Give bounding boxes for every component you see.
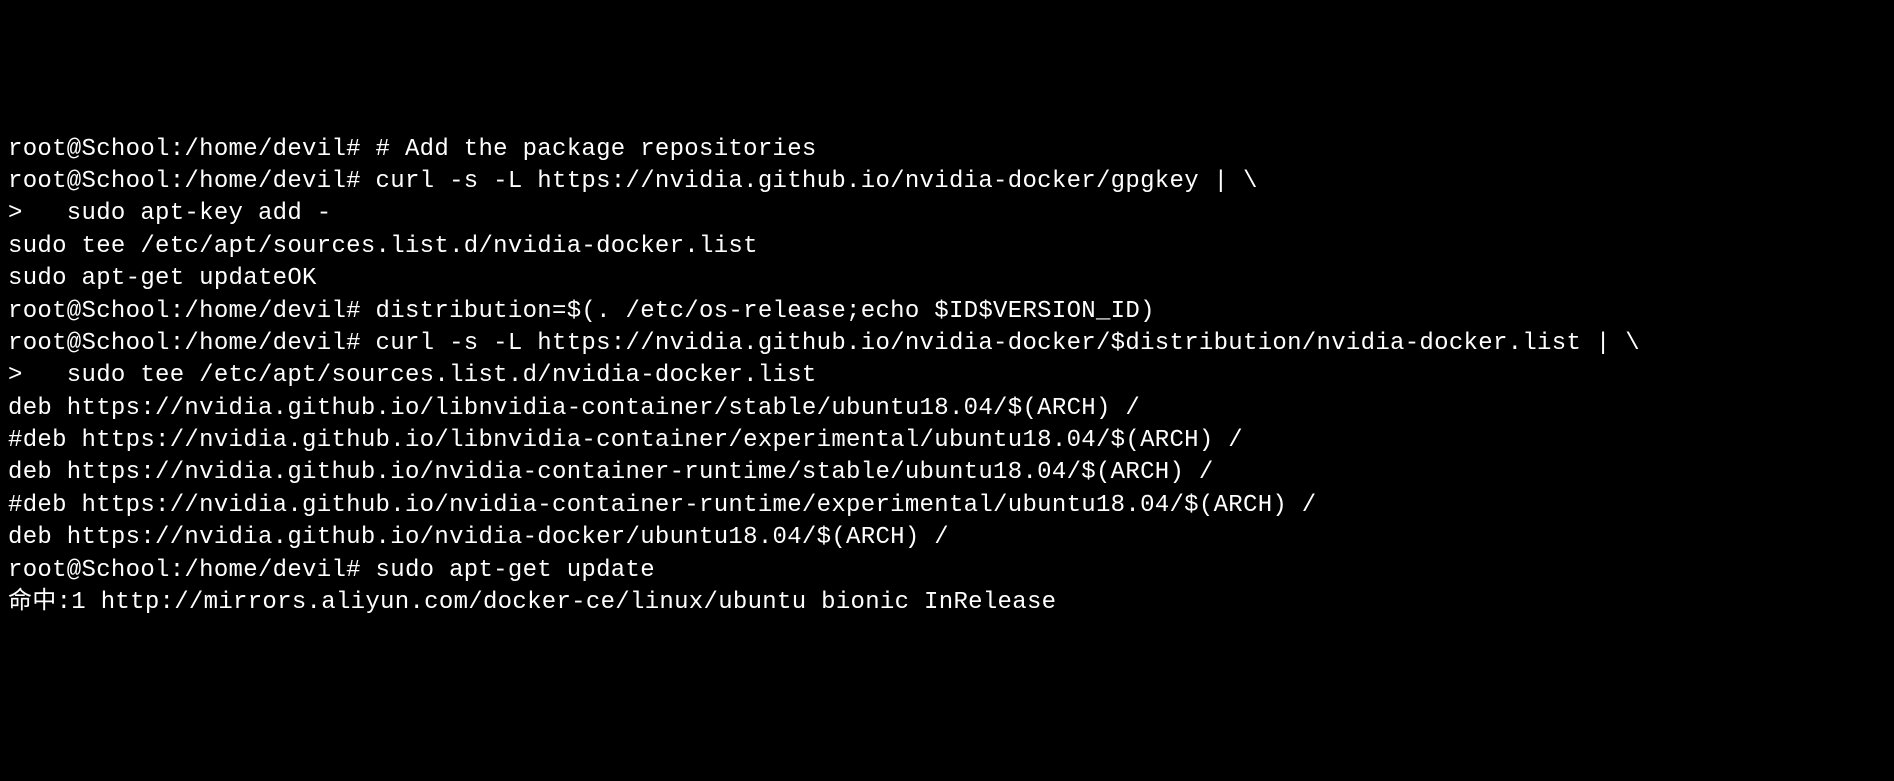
terminal-output[interactable]: root@School:/home/devil# # Add the packa…	[8, 134, 1886, 620]
terminal-line: 命中:1 http://mirrors.aliyun.com/docker-ce…	[8, 587, 1886, 619]
continuation-prompt: >	[8, 362, 23, 389]
terminal-line: sudo apt-get updateOK	[8, 263, 1886, 295]
terminal-line: deb https://nvidia.github.io/libnvidia-c…	[8, 393, 1886, 425]
terminal-line: root@School:/home/devil# # Add the packa…	[8, 134, 1886, 166]
output-text: sudo tee /etc/apt/sources.list.d/nvidia-…	[8, 233, 758, 260]
shell-prompt: root@School:/home/devil#	[8, 136, 361, 163]
shell-prompt: root@School:/home/devil#	[8, 330, 361, 357]
terminal-line: sudo tee /etc/apt/sources.list.d/nvidia-…	[8, 231, 1886, 263]
terminal-line: root@School:/home/devil# sudo apt-get up…	[8, 555, 1886, 587]
terminal-line: root@School:/home/devil# distribution=$(…	[8, 296, 1886, 328]
terminal-line: deb https://nvidia.github.io/nvidia-cont…	[8, 457, 1886, 489]
terminal-line: deb https://nvidia.github.io/nvidia-dock…	[8, 522, 1886, 554]
output-text: 命中:1 http://mirrors.aliyun.com/docker-ce…	[8, 589, 1056, 616]
terminal-line: root@School:/home/devil# curl -s -L http…	[8, 328, 1886, 360]
shell-prompt: root@School:/home/devil#	[8, 168, 361, 195]
terminal-line: > sudo tee /etc/apt/sources.list.d/nvidi…	[8, 360, 1886, 392]
command-text: curl -s -L https://nvidia.github.io/nvid…	[361, 168, 1258, 195]
output-text: deb https://nvidia.github.io/libnvidia-c…	[8, 395, 1140, 422]
terminal-line: #deb https://nvidia.github.io/libnvidia-…	[8, 425, 1886, 457]
command-text: curl -s -L https://nvidia.github.io/nvid…	[361, 330, 1640, 357]
output-text: #deb https://nvidia.github.io/nvidia-con…	[8, 492, 1317, 519]
output-text: deb https://nvidia.github.io/nvidia-dock…	[8, 524, 949, 551]
output-text: sudo apt-get updateOK	[8, 265, 317, 292]
command-text: # Add the package repositories	[361, 136, 817, 163]
command-text: sudo tee /etc/apt/sources.list.d/nvidia-…	[23, 362, 817, 389]
terminal-line: > sudo apt-key add -	[8, 198, 1886, 230]
terminal-line: root@School:/home/devil# curl -s -L http…	[8, 166, 1886, 198]
shell-prompt: root@School:/home/devil#	[8, 298, 361, 325]
terminal-line: #deb https://nvidia.github.io/nvidia-con…	[8, 490, 1886, 522]
shell-prompt: root@School:/home/devil#	[8, 557, 361, 584]
output-text: #deb https://nvidia.github.io/libnvidia-…	[8, 427, 1243, 454]
command-text: sudo apt-get update	[361, 557, 655, 584]
continuation-prompt: >	[8, 200, 23, 227]
output-text: deb https://nvidia.github.io/nvidia-cont…	[8, 459, 1214, 486]
command-text: distribution=$(. /etc/os-release;echo $I…	[361, 298, 1155, 325]
command-text: sudo apt-key add -	[23, 200, 332, 227]
